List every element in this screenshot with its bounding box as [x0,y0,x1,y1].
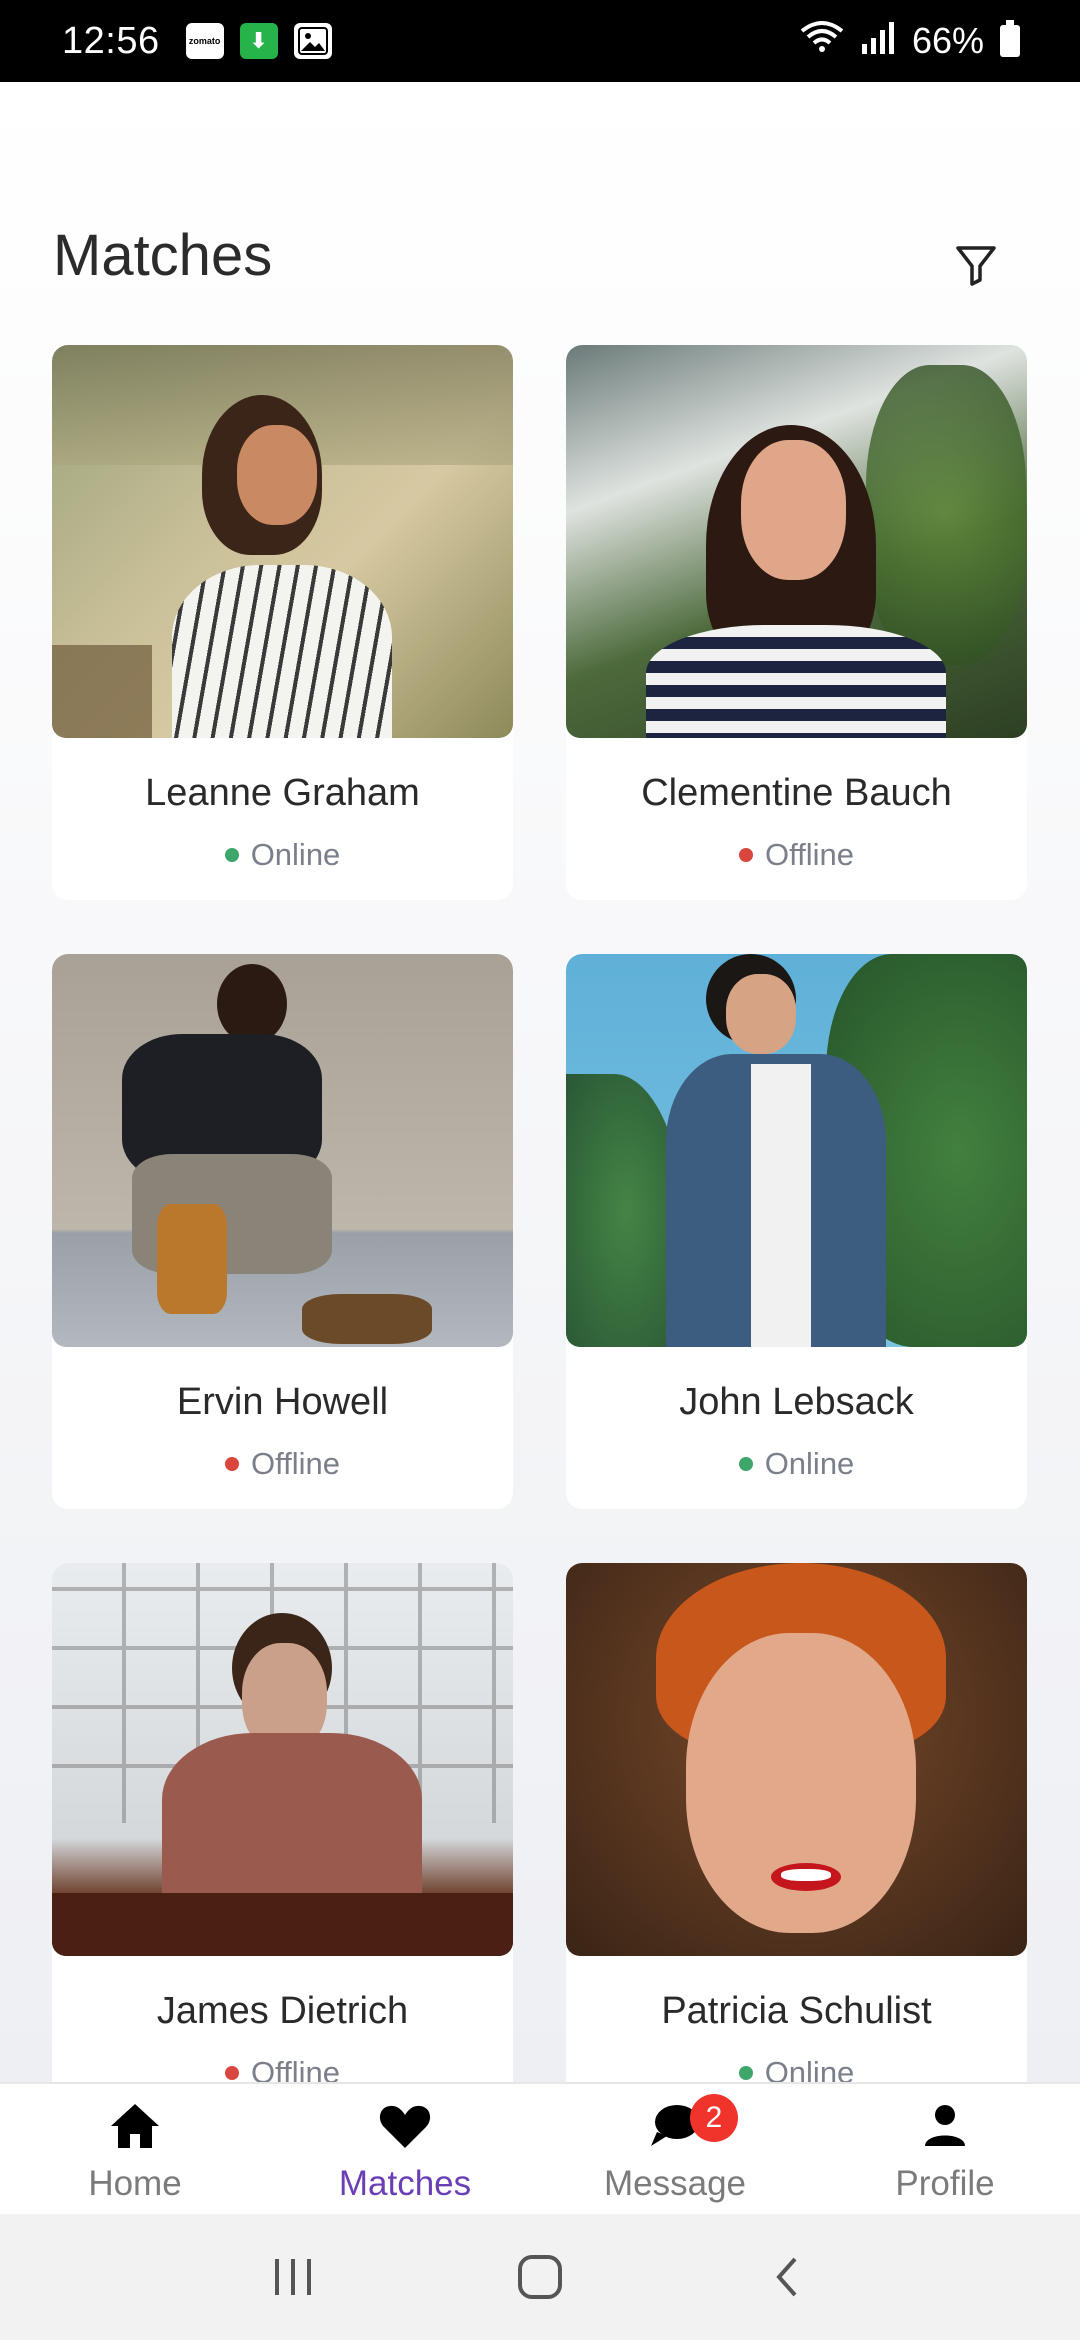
status-right: 66% [800,19,1020,64]
match-name: Clementine Bauch [641,772,952,814]
match-name: John Lebsack [679,1381,914,1423]
battery-icon [1000,20,1020,57]
match-card[interactable]: Leanne Graham Online [52,345,513,900]
match-card[interactable]: John Lebsack Online [566,954,1027,1509]
match-name: Patricia Schulist [661,1990,932,2032]
status-label: Offline [764,837,855,872]
home-icon [111,2104,159,2148]
nav-profile[interactable]: Profile [810,2084,1080,2214]
nav-profile-label: Profile [895,2164,995,2203]
match-card[interactable]: Patricia Schulist Online [566,1563,1027,2082]
filter-button[interactable] [952,240,1000,290]
person-icon [925,2105,965,2146]
status-dot [224,1457,239,1471]
status-label: Online [764,1446,855,1481]
nav-home[interactable]: Home [0,2084,270,2214]
status-dot [738,2066,753,2080]
match-card[interactable]: James Dietrich Offline [52,1563,513,2082]
match-card[interactable]: Clementine Bauch Offline [566,345,1027,900]
battery-percent: 66% [911,20,984,61]
match-status: Offline [52,1446,513,1482]
status-dot [738,1457,753,1471]
nav-home-label: Home [88,2164,182,2203]
zomato-notification-icon: zomato [185,23,224,59]
status-label: Online [250,837,341,872]
profile-photo [566,1563,1027,1956]
bottom-nav: Home Matches 2 Message Profile [0,2082,1080,2214]
status-bar: 12:56 zomato ⬇ 66% [0,0,1080,82]
match-card[interactable]: Ervin Howell Offline [52,954,513,1509]
profile-photo [566,954,1027,1347]
back-button[interactable] [757,2247,817,2307]
home-button[interactable] [510,2247,570,2307]
profile-photo [52,1563,513,1956]
page-title: Matches [53,223,273,288]
profile-photo [52,345,513,738]
match-status: Online [566,2055,1027,2082]
match-status: Offline [52,2055,513,2082]
nav-message-label: Message [603,2164,747,2203]
nav-matches-label: Matches [338,2164,472,2203]
system-nav-bar [0,2214,1080,2340]
nav-matches[interactable]: Matches [270,2084,540,2214]
heart-icon [379,2105,431,2148]
signal-icon [860,20,896,63]
image-notification-icon [293,23,332,59]
status-label: Online [764,2055,855,2082]
whatsapp-download-icon: ⬇ [239,23,278,59]
home-circle-icon [517,2255,562,2299]
status-time: 12:56 [62,19,160,62]
nav-message[interactable]: 2 Message [540,2084,810,2214]
back-icon [775,2257,797,2297]
matches-screen: Matches Leanne Graham Online Clementine … [0,82,1080,2082]
match-status: Online [566,1446,1027,1482]
status-label: Offline [250,1446,341,1481]
recent-apps-button[interactable] [263,2247,323,2307]
status-label: Offline [250,2055,341,2082]
status-left: 12:56 zomato ⬇ [62,20,332,63]
match-status: Online [52,837,513,873]
match-status: Offline [566,837,1027,873]
match-name: Ervin Howell [176,1381,389,1423]
status-dot [224,2066,239,2080]
profile-photo [566,345,1027,738]
status-dot [224,848,239,862]
match-name: James Dietrich [156,1990,409,2032]
matches-grid: Leanne Graham Online Clementine Bauch Of… [52,345,1028,2082]
message-badge: 2 [690,2094,738,2142]
wifi-icon [800,19,844,64]
filter-icon [956,246,996,286]
recent-apps-icon [275,2259,312,2295]
match-name: Leanne Graham [145,772,420,814]
status-dot [738,848,753,862]
profile-photo [52,954,513,1347]
